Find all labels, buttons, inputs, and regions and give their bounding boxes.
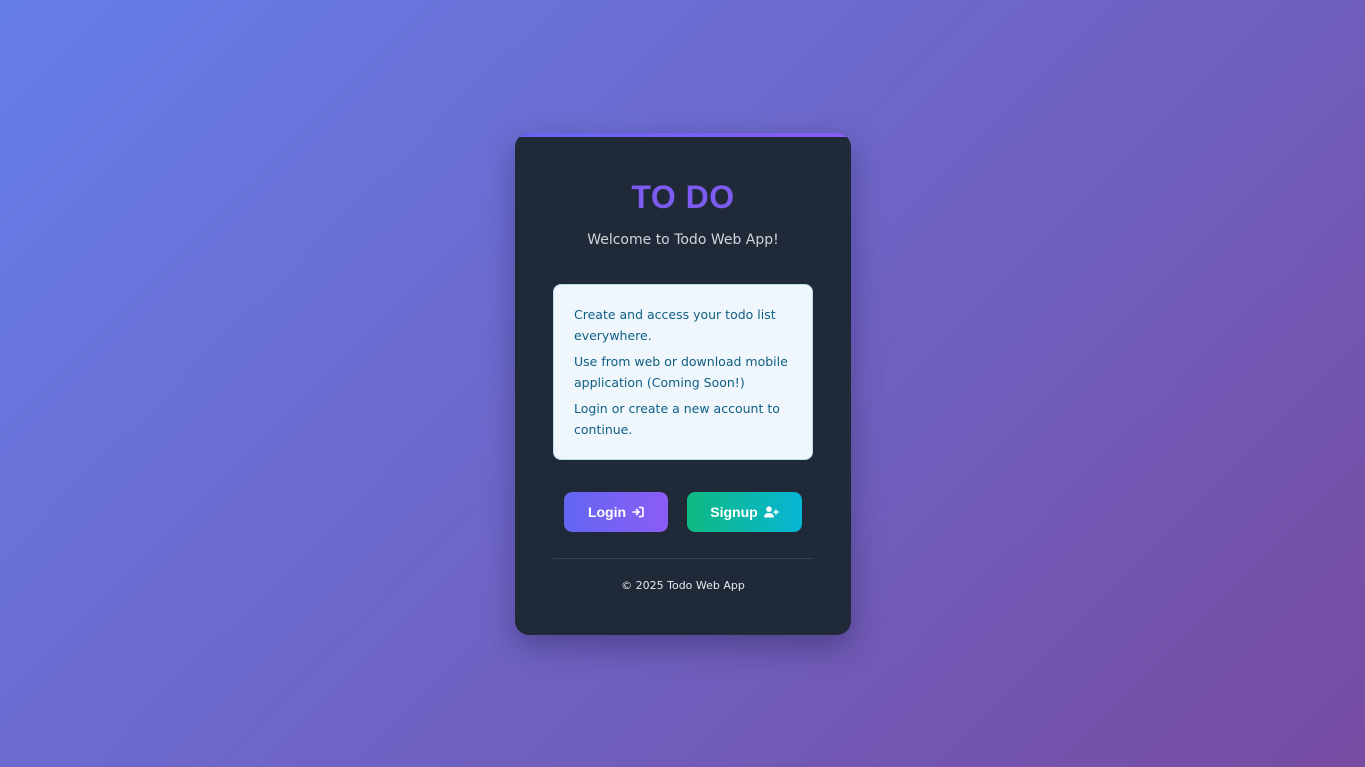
sign-in-icon <box>632 506 644 518</box>
user-plus-icon <box>763 506 779 518</box>
login-button[interactable]: Login <box>564 492 668 532</box>
copyright-footer: © 2025 Todo Web App <box>621 579 745 592</box>
app-title: TO DO <box>631 179 735 215</box>
info-line: Login or create a new account to continu… <box>574 401 780 437</box>
info-box: Create and access your todo list everywh… <box>553 284 813 460</box>
signup-label: Signup <box>710 504 758 520</box>
footer-divider <box>553 558 813 559</box>
info-line: Create and access your todo list everywh… <box>574 307 776 343</box>
welcome-card: TO DO Welcome to Todo Web App! Create an… <box>515 133 851 635</box>
card-accent-bar <box>515 133 851 137</box>
login-label: Login <box>587 504 627 520</box>
info-line: Use from web or download mobile applicat… <box>574 354 788 390</box>
signup-button[interactable]: Signup <box>687 492 802 532</box>
welcome-subtitle: Welcome to Todo Web App! <box>587 232 779 248</box>
